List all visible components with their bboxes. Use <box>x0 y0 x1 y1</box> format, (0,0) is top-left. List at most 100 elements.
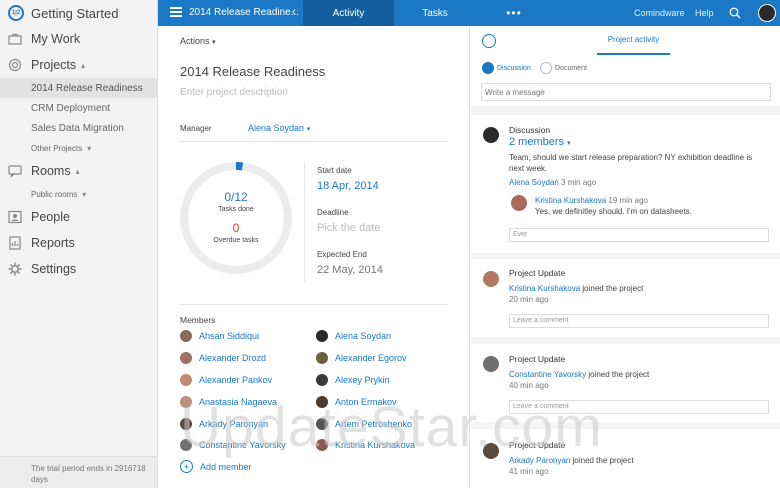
sidebar-item-label: Projects <box>31 58 77 72</box>
sidebar: 1|2 Getting Started My Work Projects ▴ 2… <box>0 0 158 488</box>
sidebar-item-my-work[interactable]: My Work <box>0 26 157 52</box>
tab-activity[interactable]: Activity <box>303 0 394 26</box>
hamburger-menu-icon[interactable] <box>170 7 182 17</box>
update-action: joined the project <box>582 284 644 293</box>
top-bar: 2014 Release Readine... ‹ Activity Tasks… <box>158 0 780 26</box>
member-name: Alexey Prykin <box>335 375 390 385</box>
author-link[interactable]: Alena Soydan <box>509 178 559 187</box>
document-toggle-label: Document <box>555 64 587 72</box>
project-2014-release-readiness[interactable]: 2014 Release Readiness <box>0 78 157 98</box>
comindware-link[interactable]: Comindware <box>634 8 685 18</box>
reply-meta: Kristina Kurshakova 19 min ago <box>535 195 648 206</box>
member-item[interactable]: Alexander Drozd <box>180 352 266 364</box>
add-user-icon: + <box>180 460 193 473</box>
update-text: Constantine Yavorsky joined the project <box>509 369 649 380</box>
update-text: Kristina Kurshakova joined the project <box>509 283 643 294</box>
more-tabs-button[interactable]: ••• <box>476 0 552 26</box>
chevron-up-icon: ▴ <box>75 166 80 176</box>
avatar <box>483 356 499 372</box>
start-date-value[interactable]: 18 Apr, 2014 <box>317 180 379 192</box>
timestamp: 3 min ago <box>561 178 597 187</box>
author-link[interactable]: Kristina Kurshakova <box>535 196 606 205</box>
project-sales-data-migration[interactable]: Sales Data Migration <box>0 118 157 138</box>
member-item[interactable]: Alexander Egorov <box>316 352 407 364</box>
chevron-left-icon[interactable]: ‹ <box>292 6 296 18</box>
chart-icon <box>8 236 22 250</box>
sidebar-item-label: My Work <box>31 32 81 46</box>
manager-select[interactable]: Alena Soydan ▾ <box>248 123 310 133</box>
members-dropdown[interactable]: 2 members ▾ <box>509 136 571 150</box>
project-title[interactable]: 2014 Release Readiness <box>180 64 325 79</box>
message-input[interactable]: Write a message <box>481 83 771 101</box>
overdue-label: Overdue tasks <box>213 237 259 244</box>
member-item[interactable]: Alexander Pankov <box>180 374 272 386</box>
project-description-field[interactable]: Enter project description <box>180 87 288 98</box>
avatar <box>316 352 328 364</box>
chevron-down-icon: ▾ <box>82 189 87 199</box>
project-crm-deployment[interactable]: CRM Deployment <box>0 98 157 118</box>
avatar <box>180 352 192 364</box>
public-rooms-label: Public rooms <box>31 189 78 199</box>
discussion-toggle[interactable]: Discussion <box>482 62 531 74</box>
add-member-button[interactable]: + Add member <box>180 460 252 473</box>
avatar <box>483 271 499 287</box>
actions-dropdown[interactable]: Actions ▾ <box>180 36 216 46</box>
sidebar-item-people[interactable]: People <box>0 204 157 230</box>
update-title: Project Update <box>509 268 566 278</box>
timestamp: 19 min ago <box>608 196 648 205</box>
comment-input[interactable]: Leave a comment <box>509 314 769 328</box>
discussion-toggle-label: Discussion <box>497 64 531 72</box>
expected-end-label: Expected End <box>317 250 367 259</box>
tasks-done-label: Tasks done <box>218 206 254 213</box>
author-link[interactable]: Kristina Kurshakova <box>509 284 580 293</box>
reply-input[interactable]: Ever <box>509 228 769 242</box>
tab-project-activity[interactable]: Project activity <box>597 26 670 55</box>
sidebar-item-settings[interactable]: Settings <box>0 256 157 282</box>
sidebar-item-label: Rooms <box>31 164 71 178</box>
member-item[interactable]: Ahsan Siddiqui <box>180 330 259 342</box>
discussion-card: Discussion 2 members ▾ Team, should we s… <box>471 115 780 253</box>
avatar <box>316 330 328 342</box>
timestamp: 40 min ago <box>509 381 549 390</box>
tab-tasks[interactable]: Tasks <box>394 0 476 26</box>
search-icon[interactable] <box>482 34 496 48</box>
sidebar-item-reports[interactable]: Reports <box>0 230 157 256</box>
help-link[interactable]: Help <box>695 8 714 18</box>
reply-text: Yes, we definitley should. I'm on datash… <box>535 207 692 216</box>
discussion-text: Team, should we start release preparatio… <box>509 153 753 162</box>
discussion-text-cont: next week. <box>509 164 548 173</box>
deadline-picker[interactable]: Pick the date <box>317 222 381 234</box>
manager-label: Manager <box>180 124 212 133</box>
overdue-count: 0 <box>232 221 240 235</box>
document-icon <box>540 62 552 74</box>
member-item[interactable]: Alena Soydan <box>316 330 391 342</box>
member-item[interactable]: Alexey Prykin <box>316 374 390 386</box>
member-name: Alexander Egorov <box>335 353 407 363</box>
avatar <box>483 127 499 143</box>
divider <box>304 162 305 282</box>
divider <box>180 304 448 305</box>
getting-started-link[interactable]: 1|2 Getting Started <box>0 0 157 26</box>
member-name: Alexander Pankov <box>199 375 273 385</box>
author-link[interactable]: Constantine Yavorsky <box>509 370 586 379</box>
activity-header: Project activity Discussion Document Wri… <box>471 26 780 106</box>
search-icon[interactable] <box>729 7 741 19</box>
logo-icon: 1|2 <box>8 5 24 21</box>
document-toggle[interactable]: Document <box>540 62 587 74</box>
other-projects-label: Other Projects <box>31 143 83 153</box>
members-label: Members <box>180 315 216 325</box>
other-projects-toggle[interactable]: Other Projects ▾ <box>0 138 157 158</box>
update-card: Project Update Kristina Kurshakova joine… <box>471 259 780 337</box>
chevron-down-icon: ▾ <box>212 39 216 46</box>
discussion-title: Discussion <box>509 125 551 135</box>
gear-icon <box>8 262 22 276</box>
project-title-tab[interactable]: 2014 Release Readine... <box>189 7 299 18</box>
chevron-up-icon: ▴ <box>81 60 86 70</box>
brand-title: Getting Started <box>31 5 119 21</box>
sidebar-item-projects[interactable]: Projects ▴ <box>0 52 157 78</box>
public-rooms-toggle[interactable]: Public rooms ▾ <box>0 184 157 204</box>
user-avatar[interactable] <box>758 4 776 22</box>
members-count: 2 members <box>509 136 565 148</box>
sidebar-item-rooms[interactable]: Rooms ▴ <box>0 158 157 184</box>
member-name: Alena Soydan <box>335 331 392 341</box>
